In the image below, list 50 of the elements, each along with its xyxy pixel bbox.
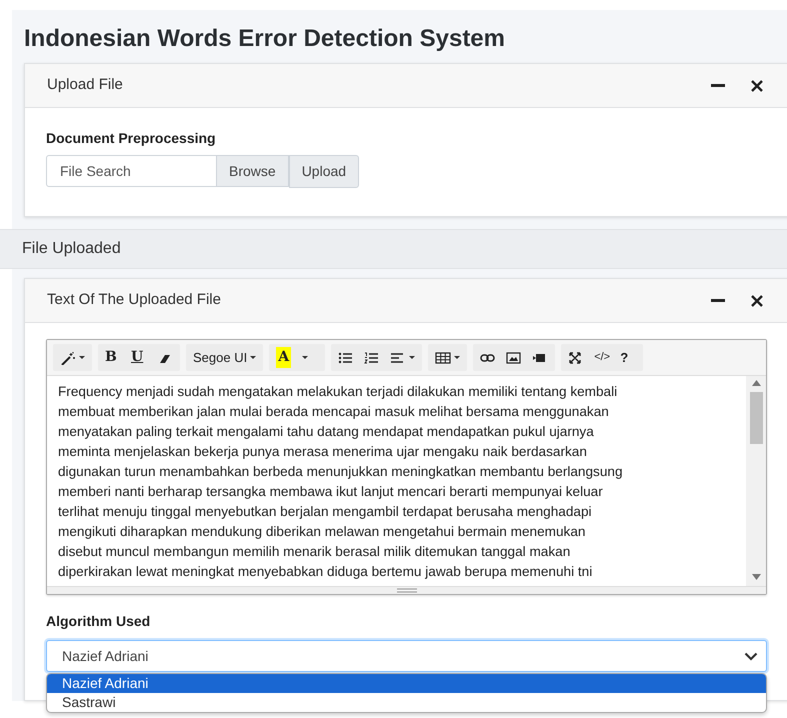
- card-title: Text Of The Uploaded File: [47, 290, 221, 310]
- scroll-down-icon: [752, 574, 760, 580]
- scroll-up-icon: [752, 380, 760, 386]
- caret-icon: [409, 356, 416, 359]
- scroll-thumb[interactable]: [750, 392, 762, 444]
- text-line: meminta menjelaskan bekerja punya merasa menerima ujar mengaku naik berdasarkan: [58, 443, 588, 461]
- minimize-icon: [711, 84, 725, 87]
- caret-icon: [302, 356, 308, 359]
- text-line: disebut muncul membangun memilih menarik berasal milik ditemukan tanggal makan: [58, 543, 572, 561]
- toolbar-button[interactable]: Segoe UI: [188, 344, 262, 370]
- resize-handle-icon: [396, 588, 416, 593]
- upload-button[interactable]: Upload: [288, 155, 360, 188]
- text-line: membuat memberikan jalan mulai berada mencapai masuk melihat bersama menggunakan: [58, 403, 610, 421]
- caret-icon: [250, 356, 256, 359]
- minimize-icon: [711, 299, 725, 302]
- toolbar-button[interactable]: </>: [589, 344, 616, 370]
- caret-icon: [79, 356, 85, 359]
- text-line: terlihat menuju tinggal menyebutkan berjalan mengambil terdapat berusaha menghadapi: [58, 503, 593, 521]
- text-line: memberi nanti berharap tersangka membawa ikut lanjut mencari berarti mempunyai keluar: [58, 483, 604, 501]
- table-icon: [435, 350, 452, 364]
- page-title: Indonesian Words Error Detection System: [24, 24, 506, 54]
- toolbar-button[interactable]: U: [126, 344, 152, 370]
- text-line: diperkirakan lewat meningkat menyebabkan diduga bertemu jawab berupa memenuhi tni: [58, 563, 594, 581]
- text-line: Frequency menjadi sudah mengatakan melakukan terjadi dilakukan memiliki tentang kembali: [58, 383, 618, 401]
- algorithm-select[interactable]: Nazief Adriani: [46, 640, 767, 672]
- chevron-down-icon: [744, 652, 758, 660]
- magic-wand-icon: [60, 350, 76, 364]
- numbered-list-icon: [364, 350, 380, 364]
- text-line: mengikuti diharapkan mendukung diberikan melawan mengetahui bermain menemukan: [58, 523, 586, 541]
- close-button[interactable]: [751, 80, 763, 92]
- browse-button[interactable]: Browse: [217, 155, 289, 187]
- toolbar-button[interactable]: B: [100, 344, 126, 370]
- bullet-list-icon: [338, 350, 354, 364]
- scrollbar[interactable]: [746, 376, 766, 586]
- close-button[interactable]: [751, 294, 763, 306]
- select-value: Nazief Adriani: [62, 646, 148, 666]
- close-icon: [751, 80, 763, 92]
- text-line: digunakan turun menambahkan berbeda menunjukkan meningkatkan membantu berlangsung: [58, 463, 624, 481]
- close-icon: [751, 294, 763, 306]
- dropdown-option[interactable]: Nazief Adriani: [47, 674, 766, 693]
- text-line: menyatakan paling terkait mengalami tahu datang mendapat mendapatkan pukul ujarnya: [58, 423, 595, 441]
- dropdown-option[interactable]: Sastrawi: [47, 693, 766, 712]
- section-bar: File Uploaded: [0, 229, 787, 269]
- card-title: Upload File: [47, 75, 123, 96]
- caret-icon: [454, 356, 460, 359]
- image-icon: [506, 350, 522, 364]
- field-label: Algorithm Used: [46, 612, 152, 631]
- file-field[interactable]: File Search: [46, 155, 217, 187]
- section-label: Document Preprocessing: [46, 129, 217, 148]
- toolbar-button[interactable]: ?: [615, 344, 642, 370]
